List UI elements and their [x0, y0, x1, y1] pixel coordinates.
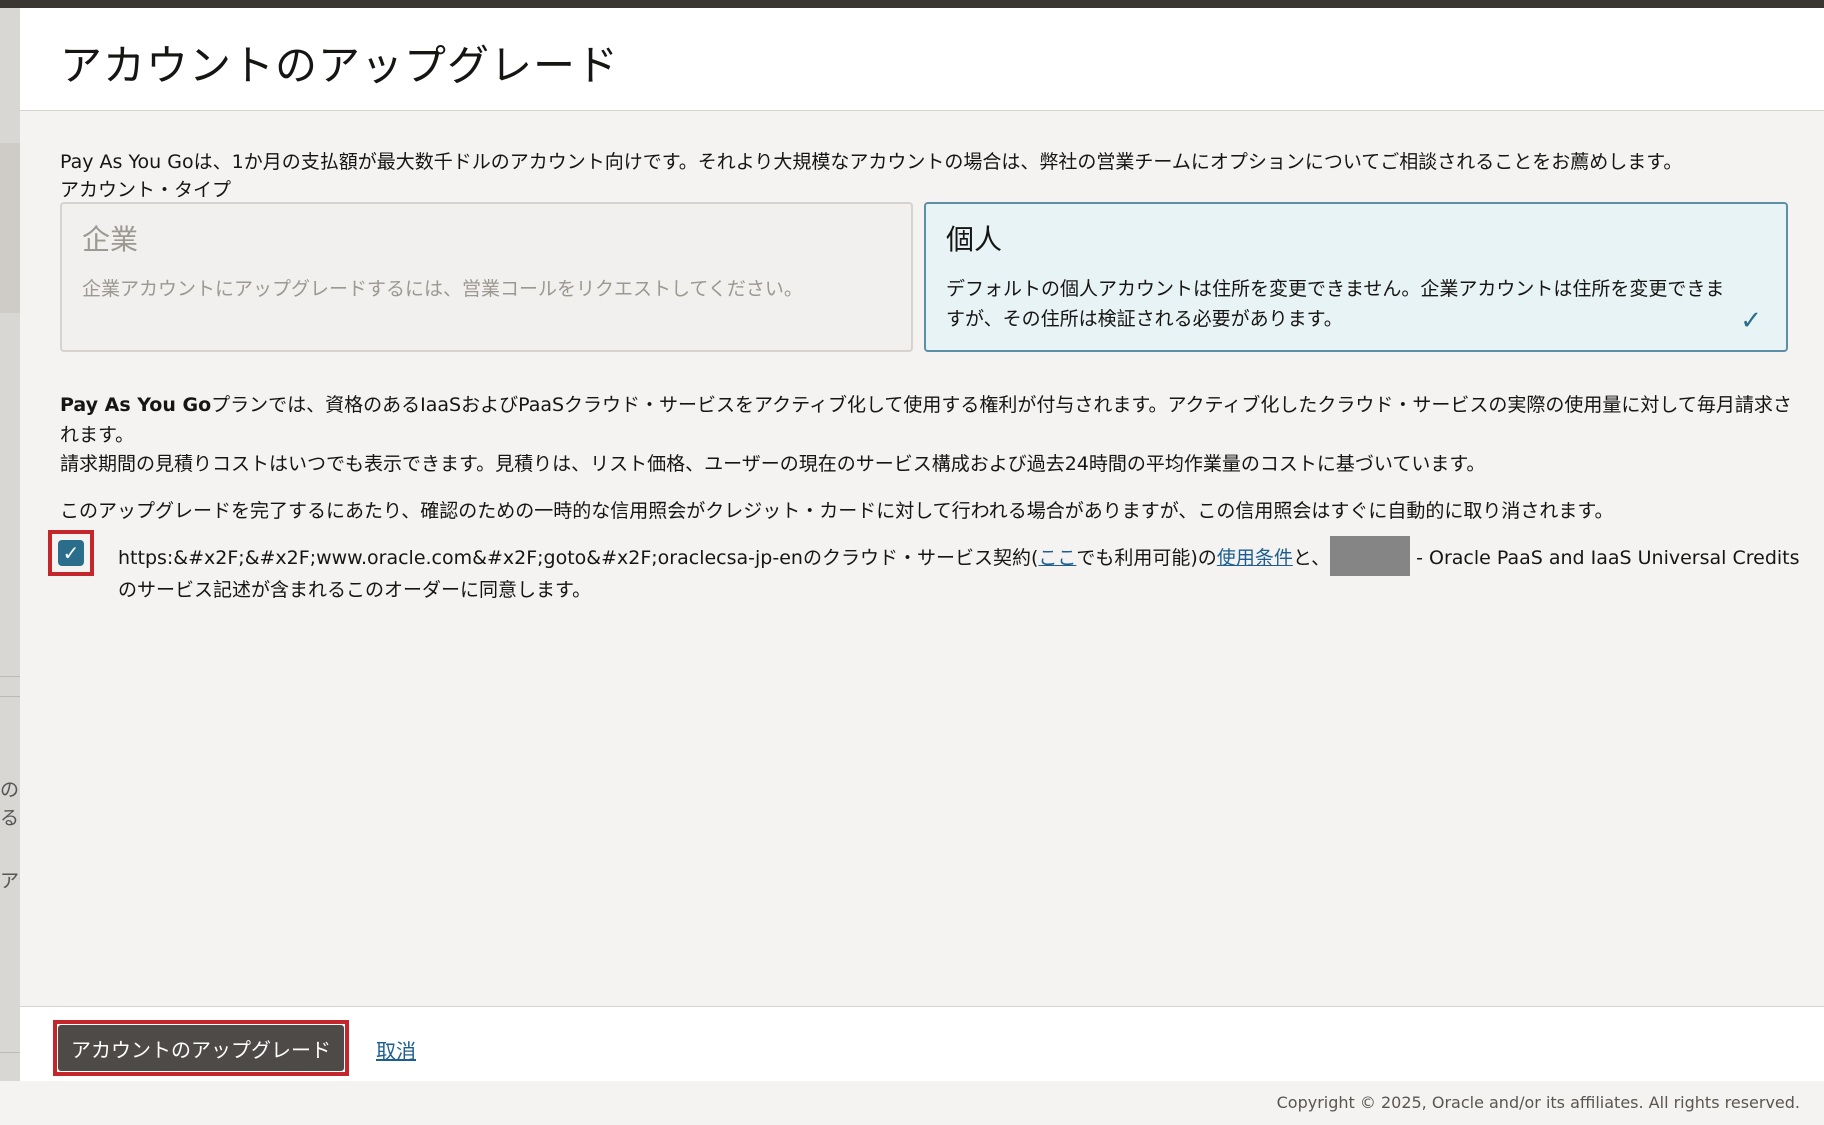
account-type-enterprise-card[interactable]: 企業 企業アカウントにアップグレードするには、営業コールをリクエストしてください…	[60, 202, 913, 352]
cancel-link[interactable]: 取消	[376, 1035, 416, 1064]
background-text: のア	[0, 779, 20, 801]
estimate-text: 請求期間の見積りコストはいつでも表示できます。見積りは、リスト価格、ユーザーの現…	[60, 453, 1486, 475]
upgrade-dialog: アカウントのアップグレード Pay As You Goは、1か月の支払額が最大数…	[20, 8, 1824, 1082]
background-divider	[0, 696, 20, 697]
agreement-text-part1: https:&#x2F;&#x2F;www.oracle.com&#x2F;go…	[118, 547, 1039, 569]
enterprise-card-title: 企業	[82, 223, 139, 256]
dialog-title: アカウントのアップグレード	[60, 41, 620, 90]
selected-check-icon: ✓	[1740, 306, 1762, 336]
top-strip	[0, 0, 1824, 8]
background-divider	[0, 1052, 20, 1053]
agreement-text-part3: と、	[1292, 547, 1331, 569]
enterprise-card-description: 企業アカウントにアップグレードするには、営業コールをリクエストしてください。	[82, 278, 803, 300]
background-text: アセ	[0, 870, 20, 892]
terms-of-use-link[interactable]: 使用条件	[1217, 547, 1293, 569]
background-divider	[0, 676, 20, 677]
background-text: るこ	[0, 807, 20, 829]
agreement-text: https:&#x2F;&#x2F;www.oracle.com&#x2F;go…	[118, 536, 1818, 604]
intro-text: Pay As You Goは、1か月の支払額が最大数千ドルのアカウント向けです。…	[60, 151, 1683, 173]
background-page: のア るこ アセ	[0, 8, 20, 1125]
individual-card-description: デフォルトの個人アカウントは住所を変更できません。企業アカウントは住所を変更でき…	[946, 278, 1725, 330]
here-link[interactable]: ここ	[1038, 547, 1076, 569]
account-type-label: アカウント・タイプ	[60, 179, 232, 201]
individual-card-title: 個人	[946, 223, 1003, 256]
redacted-block	[1330, 536, 1411, 576]
plan-text: プランでは、資格のあるIaaSおよびPaaSクラウド・サービスをアクティブ化して…	[60, 394, 1792, 446]
page-footer: Copyright © 2025, Oracle and/or its affi…	[0, 1081, 1824, 1125]
account-type-individual-card[interactable]: 個人 デフォルトの個人アカウントは住所を変更できません。企業アカウントは住所を変…	[924, 202, 1788, 352]
plan-name: Pay As You Go	[60, 394, 212, 416]
dialog-footer: アカウントのアップグレード 取消	[20, 1006, 1824, 1082]
dialog-header: アカウントのアップグレード	[20, 8, 1824, 111]
agreement-checkbox[interactable]: ✓	[58, 540, 84, 566]
copyright-text: Copyright © 2025, Oracle and/or its affi…	[1276, 1093, 1800, 1112]
plan-description: Pay As You Goプランでは、資格のあるIaaSおよびPaaSクラウド・…	[60, 390, 1800, 450]
agreement-row: ✓ https:&#x2F;&#x2F;www.oracle.com&#x2F;…	[48, 530, 1818, 601]
credit-check-note: このアップグレードを完了するにあたり、確認のための一時的な信用照会がクレジット・…	[60, 500, 1614, 522]
background-panel	[0, 143, 20, 313]
upgrade-account-button[interactable]: アカウントのアップグレード	[58, 1025, 344, 1071]
agreement-text-part2: でも利用可能)の	[1076, 547, 1217, 569]
